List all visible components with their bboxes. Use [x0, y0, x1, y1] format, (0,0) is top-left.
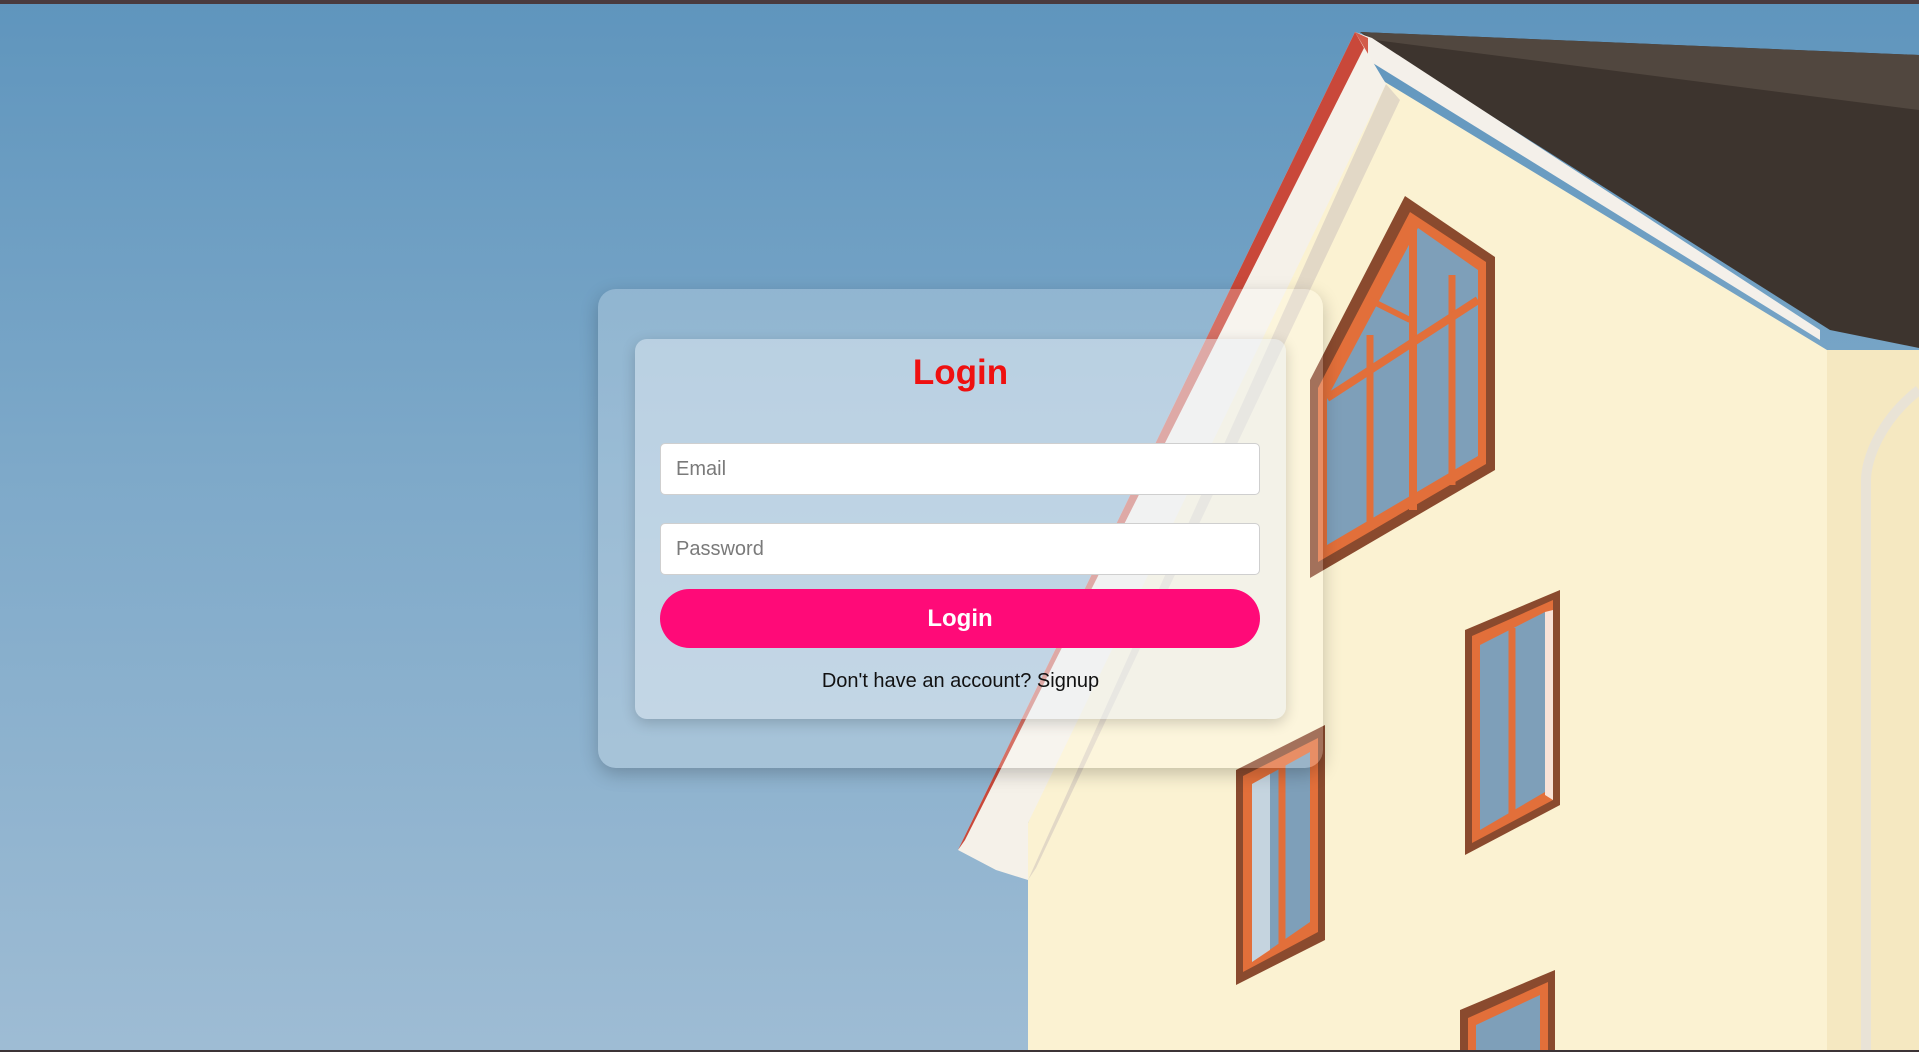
login-form: Login Login Don't have an account? Signu… — [635, 339, 1286, 719]
password-field[interactable] — [660, 523, 1260, 575]
login-page: Login Login Don't have an account? Signu… — [0, 0, 1919, 1052]
form-title: Login — [912, 353, 1009, 392]
signup-link[interactable]: Signup — [1037, 670, 1099, 692]
login-card-outer: Login Login Don't have an account? Signu… — [598, 289, 1323, 768]
login-button[interactable]: Login — [660, 589, 1260, 648]
email-field[interactable] — [660, 443, 1260, 495]
signup-prompt-text: Don't have an account? — [821, 670, 1032, 692]
signup-prompt-row: Don't have an account? Signup — [635, 670, 1286, 693]
